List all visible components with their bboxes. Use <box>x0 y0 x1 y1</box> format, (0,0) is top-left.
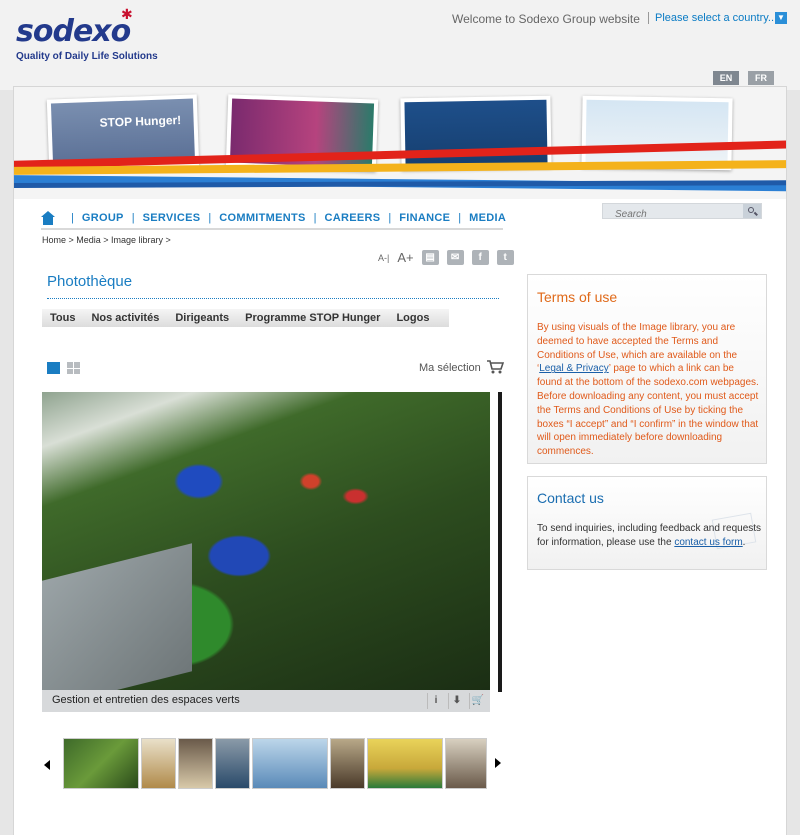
search-icon[interactable] <box>743 204 761 218</box>
page-tools: A-| A+ ▤ ✉ f t <box>378 250 514 265</box>
photo-stone-ledge <box>42 543 192 690</box>
thumb-prev-arrow-icon[interactable] <box>44 760 50 770</box>
email-icon[interactable]: ✉ <box>446 250 464 265</box>
search-input[interactable] <box>603 207 741 222</box>
terms-text: By using visuals of the Image library, y… <box>537 321 759 459</box>
content-frame: STOP Hunger! | GROUP | SERVICES | COMMIT… <box>13 86 787 835</box>
thumbnail[interactable] <box>330 738 365 789</box>
page-title: Photothèque <box>47 273 133 290</box>
title-divider <box>47 298 499 299</box>
banner: STOP Hunger! <box>14 87 786 199</box>
nav-item-commitments[interactable]: COMMITMENTS <box>219 212 305 224</box>
country-select[interactable]: Please select a country... <box>648 12 777 24</box>
contact-form-link[interactable]: contact us form <box>674 537 742 548</box>
nav-item-group[interactable]: GROUP <box>82 212 124 224</box>
tab-nos-activites[interactable]: Nos activités <box>83 312 167 324</box>
nav-divider <box>41 228 503 230</box>
info-icon[interactable]: i <box>427 693 444 709</box>
nav-separator: | <box>458 212 462 224</box>
logo-wordmark: sodexo <box>16 14 131 49</box>
cart-icon[interactable] <box>486 359 504 375</box>
contact-text-end: . <box>742 536 746 548</box>
top-header: sodexo ✱ Quality of Daily Life Solutions… <box>0 0 800 90</box>
photo-caption-bar: Gestion et entretien des espaces verts i… <box>42 690 490 712</box>
tab-tous[interactable]: Tous <box>42 312 83 324</box>
nav-separator: | <box>313 212 317 224</box>
photo-caption: Gestion et entretien des espaces verts <box>52 694 240 706</box>
legal-privacy-link[interactable]: Legal & Privacy <box>539 363 608 374</box>
nav-item-media[interactable]: MEDIA <box>469 212 506 224</box>
contact-text: To send inquiries, including feedback an… <box>537 522 765 550</box>
nav-separator: | <box>71 212 74 224</box>
download-icon[interactable]: ⬇ <box>448 693 465 709</box>
nav-item-finance[interactable]: FINANCE <box>399 212 450 224</box>
tab-dirigeants[interactable]: Dirigeants <box>167 312 237 324</box>
terms-text-rest: ’ page to which a link can be found at t… <box>537 363 759 458</box>
nav-item-services[interactable]: SERVICES <box>143 212 201 224</box>
chevron-down-icon[interactable]: ▼ <box>775 12 787 24</box>
logo-star-icon: ✱ <box>121 6 133 22</box>
thumbnail[interactable] <box>215 738 250 789</box>
home-icon[interactable] <box>41 211 55 225</box>
search-box <box>602 203 762 222</box>
thumbnail[interactable] <box>252 738 328 789</box>
facebook-icon[interactable]: f <box>471 250 489 265</box>
banner-card-text: STOP Hunger! <box>99 112 182 130</box>
tab-logos[interactable]: Logos <box>388 312 437 324</box>
main-photo[interactable] <box>42 392 490 690</box>
lang-en-button[interactable]: EN <box>713 71 739 85</box>
nav-separator: | <box>388 212 392 224</box>
nav-item-careers[interactable]: CAREERS <box>325 212 381 224</box>
banner-card-city[interactable] <box>581 95 733 171</box>
welcome-text: Welcome to Sodexo Group website <box>452 12 640 26</box>
photo-scrollbar[interactable] <box>498 392 502 692</box>
sodexo-logo[interactable]: sodexo ✱ Quality of Daily Life Solutions <box>16 6 158 62</box>
thumbnail[interactable] <box>445 738 487 789</box>
thumbnail[interactable] <box>367 738 443 789</box>
thumbnail[interactable] <box>63 738 139 789</box>
contact-us-box: Contact us To send inquiries, including … <box>527 476 767 570</box>
contact-title: Contact us <box>537 490 604 506</box>
single-view-icon[interactable] <box>47 362 60 374</box>
font-increase-button[interactable]: A+ <box>397 250 413 265</box>
grid-view-icon[interactable] <box>67 362 80 374</box>
thumb-next-arrow-icon[interactable] <box>495 758 501 768</box>
banner-card-people[interactable] <box>400 95 552 171</box>
breadcrumb[interactable]: Home > Media > Image library > <box>42 235 171 245</box>
logo-tagline: Quality of Daily Life Solutions <box>16 51 158 62</box>
add-to-cart-icon[interactable]: 🛒 <box>469 693 486 709</box>
twitter-icon[interactable]: t <box>496 250 514 265</box>
nav-separator: | <box>131 212 135 224</box>
thumbnail[interactable] <box>141 738 176 789</box>
tab-stop-hunger[interactable]: Programme STOP Hunger <box>237 312 388 324</box>
terms-title: Terms of use <box>537 289 618 305</box>
main-nav: | GROUP | SERVICES | COMMITMENTS | CAREE… <box>41 209 506 227</box>
font-decrease-button[interactable]: A-| <box>378 253 389 263</box>
terms-of-use-box: Terms of use By using visuals of the Ima… <box>527 274 767 464</box>
print-icon[interactable]: ▤ <box>421 250 439 265</box>
category-tabs: Tous Nos activités Dirigeants Programme … <box>42 309 449 327</box>
thumbnail[interactable] <box>178 738 213 789</box>
nav-separator: | <box>208 212 212 224</box>
my-selection-link[interactable]: Ma sélection <box>419 362 481 374</box>
lang-fr-button[interactable]: FR <box>748 71 774 85</box>
